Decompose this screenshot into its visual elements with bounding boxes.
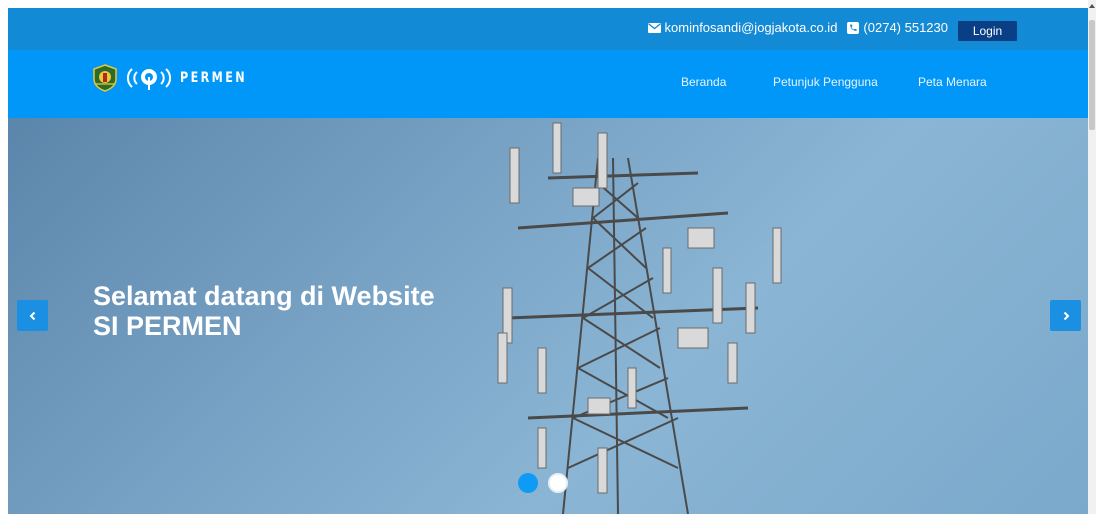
top-contact-bar: kominfosandi@jogjakota.co.id (0274) 5512… xyxy=(8,8,1088,50)
carousel-dot-1[interactable] xyxy=(518,473,538,493)
envelope-icon xyxy=(647,22,661,33)
phone-text: (0274) 551230 xyxy=(863,20,948,35)
nav-item-petunjuk-pengguna[interactable]: Petunjuk Pengguna xyxy=(773,75,878,89)
login-button[interactable]: Login xyxy=(958,21,1017,41)
chevron-right-icon xyxy=(1063,311,1069,320)
nav-item-peta-menara[interactable]: Peta Menara xyxy=(918,75,987,89)
email-text: kominfosandi@jogjakota.co.id xyxy=(664,20,838,35)
page-scrollbar[interactable] xyxy=(1088,0,1096,514)
nav-item-beranda[interactable]: Beranda xyxy=(681,75,726,89)
hero-title-line1: Selamat datang di Website xyxy=(93,281,435,311)
nav-menu: Beranda Petunjuk Pengguna Peta Menara xyxy=(8,75,1088,95)
chevron-left-icon xyxy=(29,311,35,320)
hero-title: Selamat datang di Website SI PERMEN xyxy=(93,281,513,341)
phone-icon xyxy=(847,21,860,34)
telecom-tower-image xyxy=(497,122,782,514)
hero-title-line2: SI PERMEN xyxy=(93,311,242,341)
carousel-dot-2[interactable] xyxy=(548,473,568,493)
scrollbar-thumb[interactable] xyxy=(1089,20,1095,130)
carousel-prev-button[interactable] xyxy=(17,300,48,331)
hero-carousel: Selamat datang di Website SI PERMEN xyxy=(8,118,1088,514)
page: kominfosandi@jogjakota.co.id (0274) 5512… xyxy=(8,8,1088,514)
main-navbar: PERMEN Beranda Petunjuk Pengguna Peta Me… xyxy=(8,50,1088,118)
scroll-up-icon[interactable] xyxy=(1088,2,1096,10)
contact-info: kominfosandi@jogjakota.co.id (0274) 5512… xyxy=(638,20,948,35)
carousel-indicators xyxy=(518,473,578,493)
carousel-next-button[interactable] xyxy=(1050,300,1081,331)
phone-contact[interactable]: (0274) 551230 xyxy=(847,20,948,35)
email-contact[interactable]: kominfosandi@jogjakota.co.id xyxy=(647,20,838,35)
